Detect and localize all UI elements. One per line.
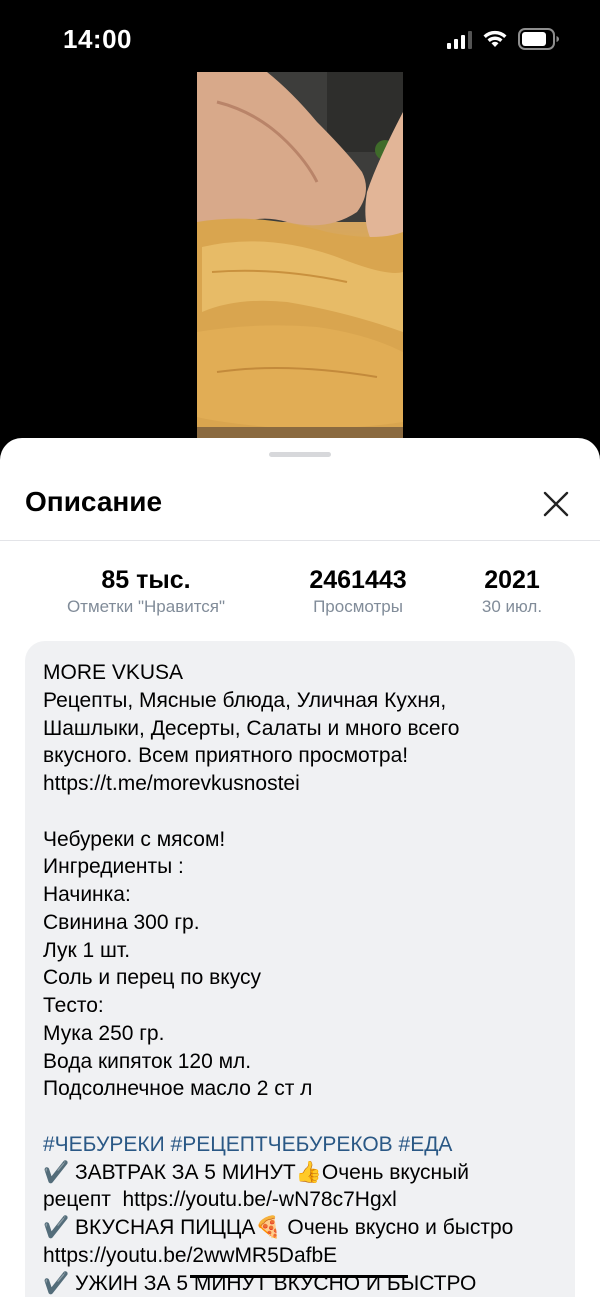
video-link-line: ✔️ УЖИН ЗА 5 МИНУТ ВКУСНО И БЫСТРО xyxy=(43,1271,477,1295)
description-line: вкусного. Всем приятного просмотра! xyxy=(43,744,409,768)
battery-icon xyxy=(518,28,559,50)
description-line: Ингредиенты : xyxy=(43,855,184,879)
sheet-drag-handle[interactable] xyxy=(269,452,331,457)
video-link-line: ✔️ ВКУСНАЯ ПИЦЦА🍕 Очень вкусно и быстро xyxy=(43,1216,514,1239)
description-line: Подсолнечное масло 2 ст л xyxy=(43,1077,313,1101)
description-box: MORE VKUSA Рецепты, Мясные блюда, Улична… xyxy=(25,641,575,1297)
description-line: Лук 1 шт. xyxy=(43,938,131,962)
description-line xyxy=(43,1103,563,1131)
description-line: Мука 250 гр. xyxy=(43,1021,165,1045)
video-link-line[interactable]: рецепт https://youtu.be/-wN78c7Hgxl xyxy=(43,1186,563,1214)
status-icons xyxy=(447,28,560,50)
cellular-signal-icon xyxy=(447,29,472,49)
description-line xyxy=(43,798,563,826)
likes-stat: 85 тыс. Отметки "Нравится" xyxy=(46,564,246,618)
video-link-line[interactable]: https://youtu.be/2wwMR5DafbE xyxy=(43,1242,563,1270)
header-divider xyxy=(0,540,600,541)
description-line: Рецепты, Мясные блюда, Уличная Кухня, xyxy=(43,688,447,712)
description-sheet: Описание 85 тыс. Отметки "Нравится" 2461… xyxy=(0,438,600,1297)
description-line: Соль и перец по вкусу xyxy=(43,966,261,990)
wifi-icon xyxy=(483,30,507,47)
sheet-title: Описание xyxy=(25,486,163,517)
description-line: Свинина 300 гр. xyxy=(43,910,200,934)
description-line: Вода кипяток 120 мл. xyxy=(43,1049,252,1073)
publish-date: 30 июл. xyxy=(481,597,543,616)
description-line: Тесто: xyxy=(43,994,104,1017)
hashtag-link[interactable]: #РЕЦЕПТЧЕБУРЕКОВ xyxy=(171,1133,393,1156)
hashtag-link[interactable]: #ЕДА xyxy=(399,1133,453,1156)
likes-label: Отметки "Нравится" xyxy=(66,597,226,616)
video-link-line: ✔️ ЗАВТРАК ЗА 5 МИНУТ👍Очень вкусный xyxy=(43,1160,469,1184)
description-line: Начинка: xyxy=(43,883,131,906)
publish-year: 2021 xyxy=(484,566,540,594)
hashtag-link[interactable]: #ЧЕБУРЕКИ xyxy=(43,1133,165,1156)
close-icon xyxy=(543,491,569,517)
telegram-link[interactable]: https://t.me/morevkusnostei xyxy=(43,770,563,798)
status-time: 14:00 xyxy=(63,24,132,54)
hashtags-line: #ЧЕБУРЕКИ #РЕЦЕПТЧЕБУРЕКОВ #ЕДА xyxy=(43,1131,563,1159)
video-frame xyxy=(197,72,403,442)
views-stat: 2461443 Просмотры xyxy=(288,564,428,618)
date-stat: 2021 30 июл. xyxy=(470,564,554,618)
views-count: 2461443 xyxy=(309,566,407,594)
status-bar: 14:00 xyxy=(0,0,600,80)
close-button[interactable] xyxy=(534,482,578,526)
likes-count: 85 тыс. xyxy=(101,566,191,594)
strike-through-bar xyxy=(190,1275,408,1278)
screen: 14:00 Описание 85 тыс. Отметки "Нравится… xyxy=(0,0,600,1297)
video-stats: 85 тыс. Отметки "Нравится" 2461443 Просм… xyxy=(0,564,600,624)
description-line: Чебуреки с мясом! xyxy=(43,827,226,851)
views-label: Просмотры xyxy=(313,597,403,616)
description-line: MORE VKUSA xyxy=(43,661,184,684)
video-player[interactable] xyxy=(197,72,403,442)
description-text: MORE VKUSA Рецепты, Мясные блюда, Улична… xyxy=(43,659,563,1297)
description-line: Шашлыки, Десерты, Салаты и много всего xyxy=(43,716,460,740)
